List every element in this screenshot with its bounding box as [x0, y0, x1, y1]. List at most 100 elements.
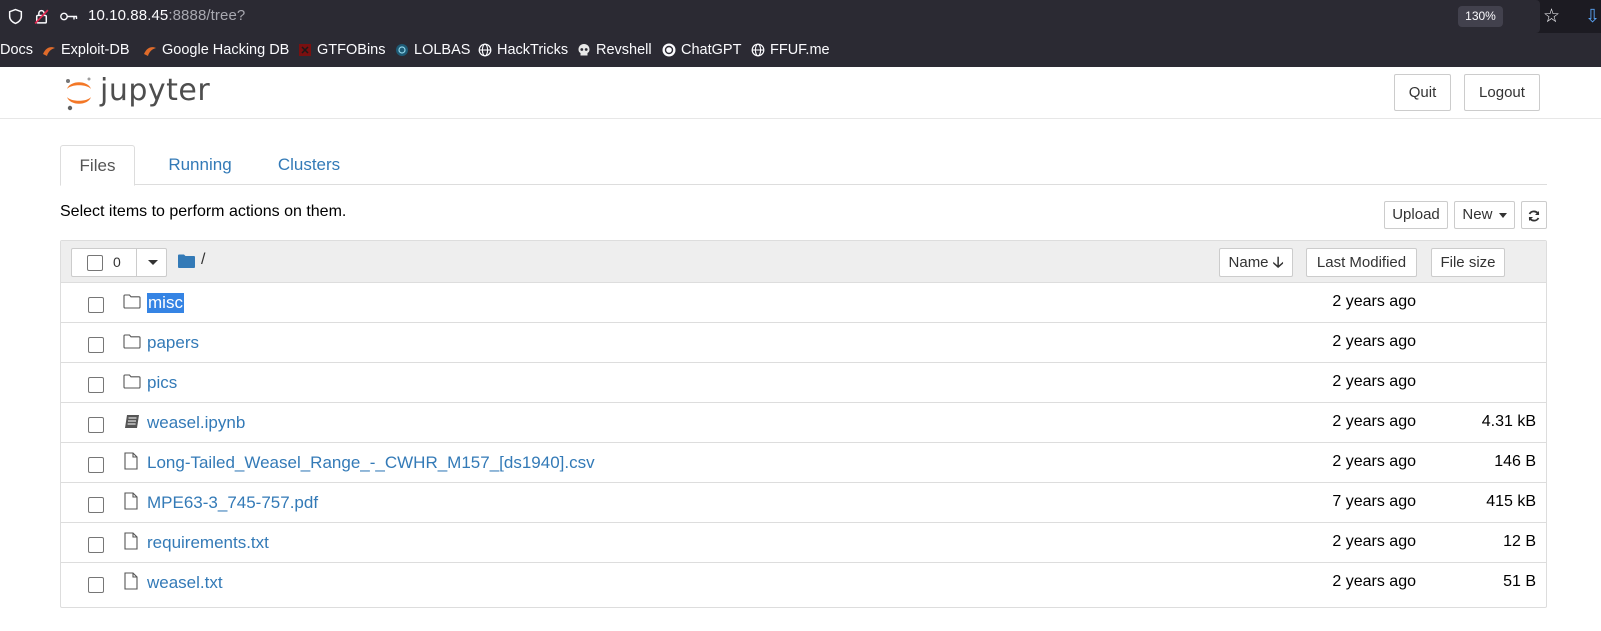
bookmark-label: Exploit-DB: [61, 42, 130, 58]
bookmark-hacktricks[interactable]: HackTricks: [478, 42, 568, 58]
url-text[interactable]: 10.10.88.45:8888/tree?: [88, 7, 245, 24]
file-size: 51 B: [1503, 573, 1536, 590]
select-dropdown-button[interactable]: [136, 248, 168, 277]
shield-icon[interactable]: [7, 8, 24, 25]
file-modified: 2 years ago: [1332, 293, 1416, 310]
globe-icon: [478, 43, 492, 57]
file-row[interactable]: weasel.ipynb 2 years ago 4.31 kB: [61, 403, 1546, 443]
row-checkbox[interactable]: [88, 497, 104, 513]
skull-icon: [578, 44, 590, 56]
bookmark-label: ChatGPT: [681, 42, 742, 58]
file-icon: [124, 452, 138, 470]
logout-button[interactable]: Logout: [1464, 74, 1540, 111]
notebook-icon: [125, 415, 139, 428]
url-field[interactable]: 10.10.88.45:8888/tree? 130%: [0, 0, 1540, 33]
file-row[interactable]: pics 2 years ago: [61, 363, 1546, 403]
file-link[interactable]: MPE63-3_745-757.pdf: [147, 493, 318, 513]
file-link[interactable]: weasel.txt: [147, 573, 223, 593]
jupyter-header: jupyter Quit Logout: [0, 67, 1601, 119]
file-size: 146 B: [1494, 453, 1536, 470]
bookmark-lolbas[interactable]: LOLBAS: [395, 42, 470, 58]
tab-files[interactable]: Files: [60, 145, 135, 186]
download-icon[interactable]: ⇩: [1585, 6, 1600, 27]
browser-toolbar: 10.10.88.45:8888/tree? 130% ☆ ⇩: [0, 0, 1601, 33]
bookmark-exploit-db[interactable]: Exploit-DB: [42, 42, 130, 58]
key-icon[interactable]: [59, 8, 79, 25]
bookmark-gtfobins[interactable]: GTFOBins: [298, 42, 385, 58]
gtfobins-icon: [299, 44, 311, 56]
file-row[interactable]: misc 2 years ago: [61, 283, 1546, 323]
file-modified: 2 years ago: [1332, 373, 1416, 390]
row-checkbox[interactable]: [88, 537, 104, 553]
file-size: 4.31 kB: [1481, 413, 1536, 430]
bookmark-revshell[interactable]: Revshell: [577, 42, 652, 58]
file-row[interactable]: MPE63-3_745-757.pdf 7 years ago 415 kB: [61, 483, 1546, 523]
row-checkbox[interactable]: [88, 577, 104, 593]
select-all-checkbox[interactable]: [87, 255, 103, 271]
tab-bar: Files Running Clusters: [60, 145, 1547, 186]
sort-name-label: Name: [1228, 254, 1269, 271]
sort-last-modified-button[interactable]: Last Modified: [1306, 248, 1417, 277]
file-link[interactable]: Long-Tailed_Weasel_Range_-_CWHR_M157_[ds…: [147, 453, 595, 473]
file-icon: [124, 532, 138, 550]
refresh-button[interactable]: [1521, 201, 1547, 229]
bookmark-label: GTFOBins: [317, 42, 386, 58]
jupyter-logo-text[interactable]: jupyter: [100, 73, 210, 108]
exploitdb-icon: [43, 47, 55, 56]
select-all-group[interactable]: 0: [71, 248, 167, 277]
tab-running[interactable]: Running: [145, 145, 255, 185]
file-link[interactable]: weasel.ipynb: [147, 413, 245, 433]
folder-outline-icon: [123, 294, 141, 309]
row-checkbox[interactable]: [88, 377, 104, 393]
caret-down-icon: [1498, 212, 1507, 218]
selected-count: 0: [113, 254, 121, 270]
file-icon: [124, 572, 138, 590]
sort-name-button[interactable]: Name 🡣: [1219, 248, 1293, 277]
zoom-level-badge[interactable]: 130%: [1458, 6, 1503, 27]
row-checkbox[interactable]: [88, 297, 104, 313]
row-checkbox[interactable]: [88, 457, 104, 473]
file-list: 0 / Name 🡣 Last Modified File size misc …: [60, 240, 1547, 608]
file-modified: 2 years ago: [1332, 453, 1416, 470]
bookmark-google-hacking-db[interactable]: Google Hacking DB: [143, 42, 289, 58]
row-checkbox[interactable]: [88, 337, 104, 353]
globe-icon: [751, 43, 765, 57]
bookmark-label: Docs: [0, 42, 34, 58]
file-modified: 2 years ago: [1332, 573, 1416, 590]
file-link[interactable]: papers: [147, 333, 199, 353]
refresh-icon: [1528, 210, 1540, 222]
jupyter-logo-icon[interactable]: [64, 75, 94, 111]
quit-button[interactable]: Quit: [1394, 74, 1451, 111]
new-dropdown-button[interactable]: New: [1454, 201, 1515, 229]
file-row[interactable]: weasel.txt 2 years ago 51 B: [61, 563, 1546, 603]
bookmark-star-icon[interactable]: ☆: [1543, 5, 1560, 28]
file-link[interactable]: misc: [147, 293, 184, 313]
file-icon: [124, 492, 138, 510]
file-row[interactable]: requirements.txt 2 years ago 12 B: [61, 523, 1546, 563]
breadcrumb-root[interactable]: /: [201, 251, 205, 269]
tab-clusters[interactable]: Clusters: [260, 145, 358, 185]
folder-icon[interactable]: [178, 254, 195, 268]
row-checkbox[interactable]: [88, 417, 104, 433]
file-link[interactable]: pics: [147, 373, 177, 393]
arrow-down-icon: 🡣: [1272, 254, 1284, 271]
exploitdb-icon: [144, 47, 156, 56]
chatgpt-icon: [662, 43, 676, 57]
file-modified: 7 years ago: [1332, 493, 1416, 510]
file-modified: 2 years ago: [1332, 533, 1416, 550]
bookmarks-bar: Docs Exploit-DB Google Hacking DB GTFOBi…: [0, 33, 1601, 67]
upload-button[interactable]: Upload: [1384, 201, 1448, 229]
sort-file-size-button[interactable]: File size: [1431, 248, 1505, 277]
lock-insecure-icon[interactable]: [33, 8, 50, 25]
bookmark-ffuf-me[interactable]: FFUF.me: [751, 42, 830, 58]
caret-down-icon: [148, 260, 158, 265]
bookmark-chatgpt[interactable]: ChatGPT: [662, 42, 741, 58]
file-link[interactable]: requirements.txt: [147, 533, 269, 553]
file-row[interactable]: Long-Tailed_Weasel_Range_-_CWHR_M157_[ds…: [61, 443, 1546, 483]
file-row[interactable]: papers 2 years ago: [61, 323, 1546, 363]
bookmark-label: FFUF.me: [770, 42, 830, 58]
bookmark-label: HackTricks: [497, 42, 569, 58]
file-modified: 2 years ago: [1332, 333, 1416, 350]
bookmark-label: LOLBAS: [414, 42, 471, 58]
bookmark-docs[interactable]: Docs: [0, 42, 33, 58]
